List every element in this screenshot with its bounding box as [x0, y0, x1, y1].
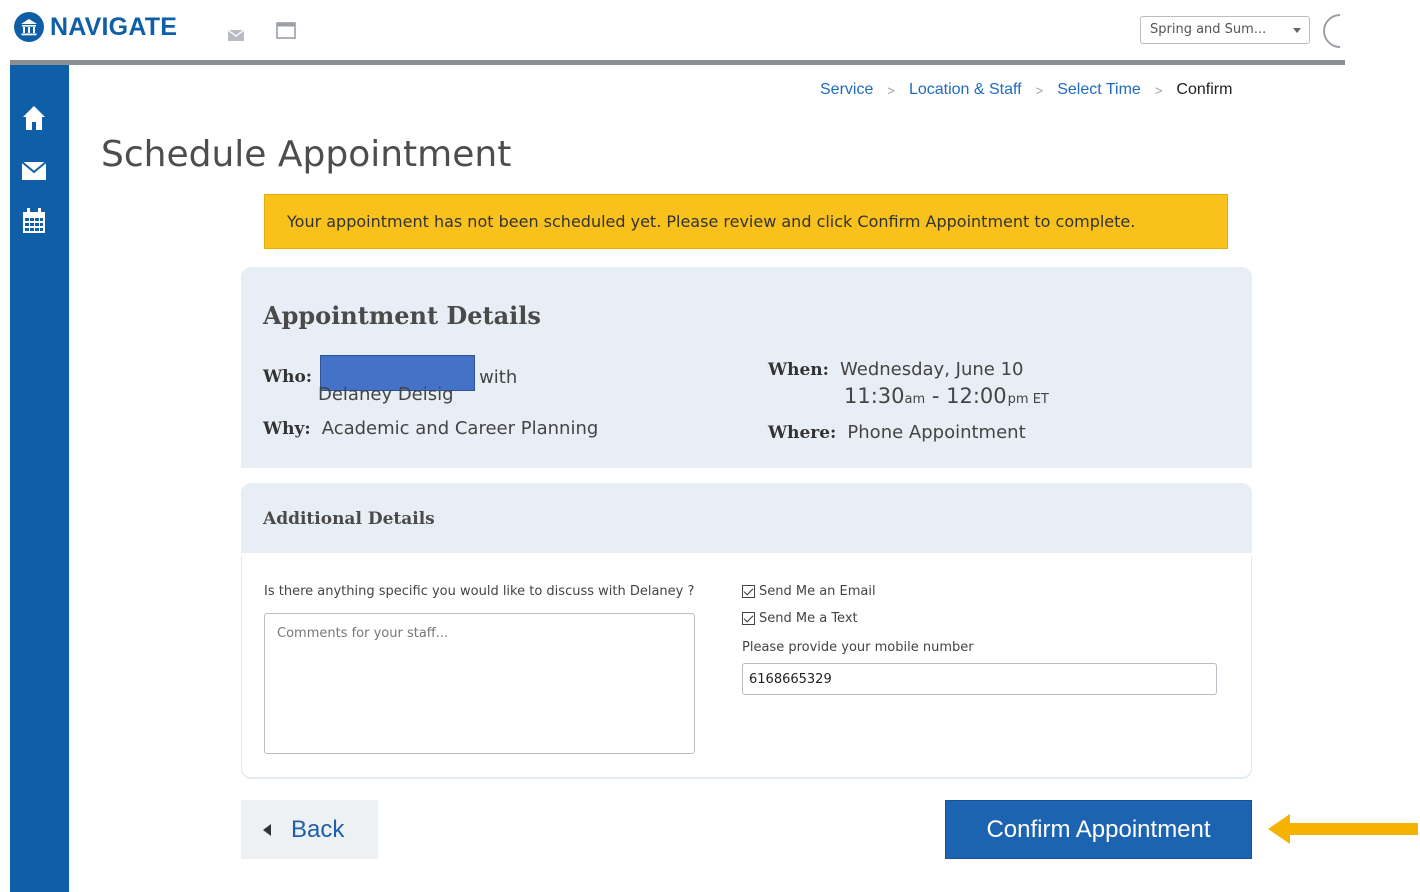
- window-icon[interactable]: [276, 22, 296, 43]
- term-select-value: Spring and Sum...: [1150, 22, 1267, 37]
- start-time: 11:30: [844, 384, 905, 408]
- when-row: When: Wednesday, June 10: [768, 359, 1023, 380]
- brand-name: NAVIGATE: [50, 12, 178, 41]
- sidebar: [10, 65, 69, 892]
- details-title: Appointment Details: [263, 301, 541, 330]
- why-value: Academic and Career Planning: [321, 418, 599, 439]
- warning-banner: Your appointment has not been scheduled …: [264, 194, 1228, 249]
- discussion-question: Is there anything specific you would lik…: [264, 584, 695, 599]
- top-bar: NAVIGATE Spring and Sum...: [0, 0, 1365, 62]
- home-icon[interactable]: [22, 105, 46, 135]
- end-suffix: pm ET: [1007, 392, 1049, 407]
- loading-spinner-icon: [1315, 6, 1365, 56]
- breadcrumb-current: Confirm: [1176, 81, 1233, 98]
- additional-details-body: Is there anything specific you would lik…: [241, 556, 1252, 778]
- send-email-option[interactable]: Send Me an Email: [742, 584, 876, 599]
- where-label: Where:: [768, 423, 837, 443]
- when-time: 11:30am - 12:00pm ET: [844, 384, 1049, 408]
- back-triangle-icon: [263, 823, 271, 836]
- mail-icon[interactable]: [227, 26, 245, 45]
- send-email-checkbox[interactable]: [742, 585, 755, 598]
- appointment-details-card: Appointment Details Who: with Delaney De…: [241, 267, 1252, 468]
- additional-details-title: Additional Details: [263, 509, 435, 529]
- breadcrumb-separator: >: [1154, 82, 1163, 98]
- staff-name: Delaney Deisig: [318, 384, 454, 405]
- envelope-icon[interactable]: [21, 161, 47, 184]
- mobile-number-label: Please provide your mobile number: [742, 640, 974, 655]
- when-date: Wednesday, June 10: [840, 359, 1024, 380]
- mobile-number-input[interactable]: [742, 663, 1217, 695]
- back-button[interactable]: Back: [241, 800, 378, 859]
- where-row: Where: Phone Appointment: [768, 422, 1026, 443]
- where-value: Phone Appointment: [847, 422, 1026, 443]
- when-label: When:: [768, 360, 829, 380]
- send-text-label: Send Me a Text: [759, 611, 858, 626]
- with-text: with: [479, 366, 518, 388]
- additional-details-header: Additional Details: [241, 483, 1252, 553]
- send-text-checkbox[interactable]: [742, 612, 755, 625]
- breadcrumb: Service > Location & Staff > Select Time…: [820, 81, 1232, 99]
- chevron-down-icon: [1293, 28, 1301, 33]
- university-logo-icon: [14, 12, 44, 42]
- breadcrumb-service[interactable]: Service: [820, 81, 873, 99]
- breadcrumb-separator: >: [1035, 82, 1044, 98]
- navigate-logo[interactable]: NAVIGATE: [14, 12, 177, 42]
- breadcrumb-location-staff[interactable]: Location & Staff: [909, 81, 1022, 99]
- confirm-appointment-button[interactable]: Confirm Appointment: [945, 800, 1252, 859]
- calendar-icon[interactable]: [22, 208, 46, 238]
- start-suffix: am: [904, 392, 926, 407]
- confirm-label: Confirm Appointment: [986, 815, 1211, 843]
- term-select[interactable]: Spring and Sum...: [1140, 16, 1310, 44]
- who-label: Who:: [263, 367, 313, 387]
- header-divider: [10, 60, 1345, 65]
- pointer-arrow-icon: [1268, 814, 1418, 848]
- why-row: Why: Academic and Career Planning: [263, 418, 598, 439]
- send-text-option[interactable]: Send Me a Text: [742, 611, 858, 626]
- comments-textarea[interactable]: [264, 613, 695, 754]
- back-label: Back: [291, 815, 345, 843]
- why-label: Why:: [263, 419, 311, 439]
- end-time: 12:00: [946, 384, 1007, 408]
- time-dash: -: [925, 384, 947, 408]
- breadcrumb-separator: >: [887, 82, 895, 98]
- page-title: Schedule Appointment: [101, 134, 512, 175]
- breadcrumb-select-time[interactable]: Select Time: [1057, 81, 1141, 99]
- send-email-label: Send Me an Email: [759, 584, 876, 599]
